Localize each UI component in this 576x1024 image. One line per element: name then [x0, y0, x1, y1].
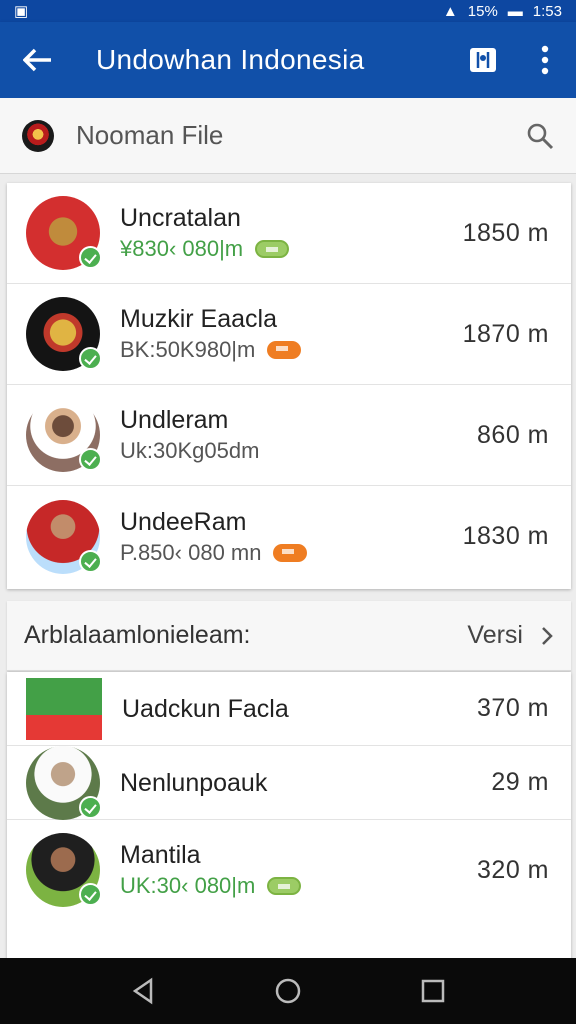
verified-check-icon [79, 549, 102, 573]
list-item-distance: 1850 m [462, 218, 549, 247]
section-list: Uadckun Facla 370 m Nenlunpoauk 29 m Man… [7, 672, 571, 972]
verified-check-icon [79, 347, 102, 370]
verified-check-icon [79, 883, 102, 906]
list-item-detail: P.850‹ 080 mn [120, 539, 262, 565]
list-item-detail: Uk:30Kg05dm [120, 438, 260, 463]
list-item-name: Uncratalan [120, 204, 241, 232]
search-button[interactable] [504, 98, 576, 174]
list-item-info: Undleram Uk:30Kg05dm [120, 404, 477, 466]
circle-home-icon [275, 978, 301, 1004]
map-button[interactable] [452, 22, 514, 98]
list-item[interactable]: Mantila UK:30‹ 080|m 320 m [7, 820, 571, 920]
map-icon [470, 48, 496, 72]
search-input[interactable]: Nooman File [76, 120, 504, 151]
list-item-distance: 320 m [477, 855, 549, 884]
section-link[interactable]: Versi [467, 621, 523, 650]
avatar [26, 196, 102, 270]
search-icon [527, 123, 554, 149]
clock: 1:53 [532, 2, 562, 20]
tag-icon [273, 543, 308, 562]
list-item[interactable]: Uncratalan ¥830‹ 080|m 1850 m [7, 183, 571, 284]
list-item-detail-row: Uk:30Kg05dm [120, 436, 477, 466]
list-item[interactable]: Muzkir Eaacla BK:50K980|m 1870 m [7, 284, 571, 385]
list-item[interactable]: Uadckun Facla 370 m [7, 672, 571, 746]
list-item-distance: 370 m [477, 694, 549, 722]
list-item-detail-row: ¥830‹ 080|m [120, 234, 463, 264]
back-button[interactable] [0, 22, 76, 98]
chevron-right-icon[interactable] [523, 626, 571, 646]
nav-back-button[interactable] [123, 971, 163, 1011]
list-item-detail-row: BK:50K980|m [120, 335, 463, 365]
list-item-info: Mantila UK:30‹ 080|m [120, 839, 477, 901]
status-bar: ▣ ▲ 15% ▬ 1:53 [0, 0, 576, 22]
avatar [26, 297, 102, 371]
avatar [26, 677, 102, 740]
back-arrow-icon [23, 48, 51, 72]
nav-home-button[interactable] [268, 971, 308, 1011]
tag-icon [255, 240, 290, 258]
square-recents-icon [422, 979, 445, 1003]
list-item-info: Nenlunpoauk [120, 767, 491, 799]
list-item-detail-row: UK:30‹ 080|m [120, 871, 477, 901]
list-item-name: UndeeRam [120, 507, 247, 536]
search-bar[interactable]: Nooman File [0, 98, 576, 174]
system-nav-bar [0, 958, 576, 1024]
list-item-info: Uncratalan ¥830‹ 080|m [120, 202, 463, 264]
page-title: Undowhan Indonesia [96, 44, 365, 75]
list-item-distance: 1870 m [462, 319, 549, 348]
list-item-name: Mantila [120, 841, 201, 869]
verified-check-icon [79, 246, 102, 269]
list-item-distance: 29 m [491, 768, 549, 796]
list-item-name: Nenlunpoauk [120, 768, 268, 797]
battery-icon: ▬ [507, 2, 523, 20]
nav-recents-button[interactable] [413, 971, 453, 1011]
verified-check-icon [79, 795, 102, 819]
list-item-detail: UK:30‹ 080|m [120, 873, 256, 898]
avatar [26, 833, 102, 907]
emblem-icon [22, 119, 54, 152]
section-title: Arblalaamlonieleam: [24, 621, 251, 649]
tag-icon [267, 341, 302, 359]
list-item-detail-row: P.850‹ 080 mn [120, 538, 463, 568]
list-item[interactable]: UndeeRam P.850‹ 080 mn 1830 m [7, 486, 571, 587]
status-right: ▲ 15% ▬ 1:53 [443, 3, 562, 20]
avatar [26, 745, 102, 820]
battery-level: 15% [467, 2, 498, 20]
list-item-detail: BK:50K980|m [120, 337, 256, 362]
list-item-info: Uadckun Facla [122, 693, 477, 725]
more-options-button[interactable] [514, 22, 576, 98]
list-item-name: Undleram [120, 406, 229, 434]
list-item[interactable]: Undleram Uk:30Kg05dm 860 m [7, 385, 571, 486]
list-item[interactable]: Nenlunpoauk 29 m [7, 745, 571, 820]
tag-icon [267, 877, 302, 895]
list-item-distance: 1830 m [462, 522, 549, 550]
nearby-list: Uncratalan ¥830‹ 080|m 1850 m Muzkir Eaa… [7, 183, 571, 589]
section-header[interactable]: Arblalaamlonieleam: Versi [7, 601, 571, 671]
avatar [26, 499, 102, 574]
verified-check-icon [79, 448, 102, 471]
app-bar: Undowhan Indonesia [0, 22, 576, 98]
list-item-name: Muzkir Eaacla [120, 305, 277, 333]
signal-icon: ▲ [442, 2, 458, 20]
avatar [26, 398, 102, 472]
triangle-back-icon [132, 977, 152, 1005]
more-vert-icon [541, 45, 549, 75]
list-item-info: UndeeRam P.850‹ 080 mn [120, 506, 463, 568]
list-item-distance: 860 m [477, 420, 549, 449]
list-item-name: Uadckun Facla [122, 694, 289, 723]
list-item-detail: ¥830‹ 080|m [120, 236, 244, 261]
list-item-info: Muzkir Eaacla BK:50K980|m [120, 303, 463, 365]
notification-icon: ▣ [14, 3, 29, 20]
